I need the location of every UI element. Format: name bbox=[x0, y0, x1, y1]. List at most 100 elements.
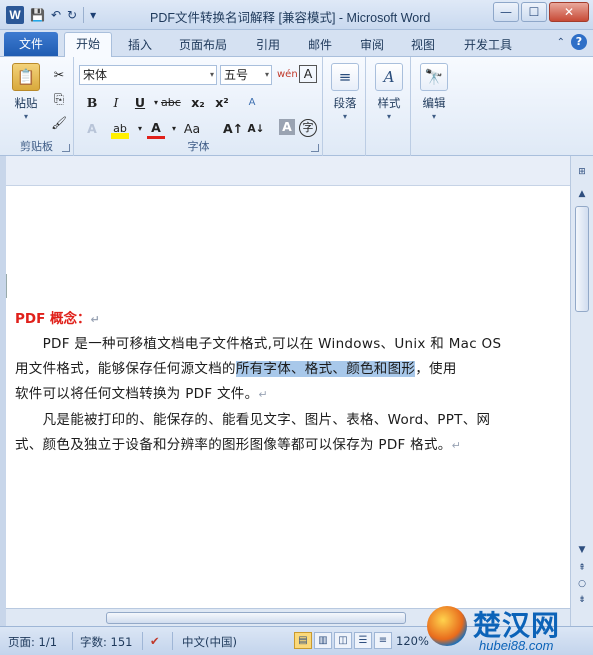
tab-insert[interactable]: 插入 bbox=[120, 34, 160, 56]
margin-indicator bbox=[6, 274, 7, 298]
change-case-button[interactable]: Aa bbox=[183, 119, 201, 139]
scroll-down-icon[interactable]: ▼ bbox=[574, 542, 590, 558]
tab-view[interactable]: 视图 bbox=[403, 34, 443, 56]
document-area: PDF 概念：↵ PDF 是一种可移植文档电子文件格式,可以在 Windows、… bbox=[0, 156, 593, 626]
undo-icon[interactable]: ↶ bbox=[51, 6, 61, 24]
tab-home[interactable]: 开始 bbox=[64, 32, 112, 57]
page-indicator[interactable]: 页面: 1/1 bbox=[8, 634, 57, 650]
copy-icon[interactable]: ⎘ bbox=[50, 89, 68, 109]
zoom-level[interactable]: 120% bbox=[396, 634, 429, 648]
clear-formatting-icon[interactable]: A bbox=[243, 93, 261, 113]
line-text: 用文件格式，能够保存任何源文档的 bbox=[15, 361, 236, 377]
highlight-color-button[interactable]: ab bbox=[111, 119, 129, 139]
status-separator bbox=[72, 632, 73, 650]
editing-dropdown-icon[interactable]: ▾ bbox=[417, 112, 451, 121]
tab-file[interactable]: 文件 bbox=[4, 32, 58, 56]
styles-group: A 样式 ▾ bbox=[367, 57, 411, 156]
paragraph-button[interactable]: ≡ 段落 ▾ bbox=[328, 63, 362, 121]
outline-view-icon[interactable]: ☰ bbox=[354, 632, 372, 649]
editing-button[interactable]: 🔭 编辑 ▾ bbox=[417, 63, 451, 121]
quick-access-toolbar: 💾 ↶ ↻ ▾ bbox=[30, 6, 96, 24]
font-size-dropdown-icon[interactable]: ▾ bbox=[265, 66, 269, 84]
page-top-margin bbox=[6, 156, 570, 186]
paragraph-dropdown-icon[interactable]: ▾ bbox=[328, 112, 362, 121]
font-size-value: 五号 bbox=[224, 68, 249, 82]
draft-view-icon[interactable]: ≡ bbox=[374, 632, 392, 649]
redo-icon[interactable]: ↻ bbox=[67, 6, 77, 24]
font-launcher-icon[interactable] bbox=[311, 144, 319, 152]
scroll-up-icon[interactable]: ▲ bbox=[574, 186, 590, 202]
phonetic-guide-icon[interactable]: wén bbox=[277, 65, 298, 85]
language-indicator[interactable]: 中文(中国) bbox=[182, 634, 237, 650]
tab-review[interactable]: 审阅 bbox=[352, 34, 392, 56]
ribbon-tabs: 文件 开始 插入 页面布局 引用 邮件 审阅 视图 开发工具 ⌃ ? bbox=[0, 30, 593, 57]
text-effects-icon[interactable]: A bbox=[83, 119, 101, 139]
document-line[interactable]: 式、颜色及独立于设备和分辨率的图形图像等都可以保存为 PDF 格式。↵ bbox=[15, 433, 461, 453]
document-heading[interactable]: PDF 概念：↵ bbox=[15, 307, 100, 327]
help-icon[interactable]: ? bbox=[571, 34, 587, 50]
ribbon: 📋 粘贴 ▾ ✂ ⎘ 🖌 剪贴板 宋体 ▾ 五号 ▾ wén A B I U ▾ a… bbox=[0, 56, 593, 156]
full-screen-reading-view-icon[interactable]: ▥ bbox=[314, 632, 332, 649]
document-line[interactable]: 用文件格式，能够保存任何源文档的所有字体、格式、颜色和图形，使用 bbox=[15, 357, 457, 377]
ribbon-minimize-icon[interactable]: ⌃ bbox=[557, 37, 565, 48]
font-size-combo[interactable]: 五号 ▾ bbox=[220, 65, 272, 85]
grow-font-button[interactable]: A↑ bbox=[223, 119, 243, 139]
shrink-font-button[interactable]: A↓ bbox=[247, 119, 265, 139]
paragraph-label: 段落 bbox=[333, 96, 357, 110]
tab-mailings[interactable]: 邮件 bbox=[300, 34, 340, 56]
font-name-combo[interactable]: 宋体 ▾ bbox=[79, 65, 217, 85]
word-count[interactable]: 字数: 151 bbox=[80, 634, 132, 650]
select-browse-object-icon[interactable]: ○ bbox=[574, 576, 590, 592]
maximize-button[interactable]: ☐ bbox=[521, 2, 547, 22]
char-border-icon[interactable]: A bbox=[299, 65, 317, 83]
horizontal-scroll-thumb[interactable] bbox=[106, 612, 406, 624]
clipboard-launcher-icon[interactable] bbox=[62, 144, 70, 152]
font-color-dropdown-icon[interactable]: ▾ bbox=[165, 119, 183, 139]
line-text: 软件可以将任何文档转换为 PDF 文件。 bbox=[15, 386, 259, 402]
vertical-scroll-thumb[interactable] bbox=[575, 206, 589, 312]
enclose-characters-button[interactable]: 字 bbox=[299, 119, 317, 137]
paragraph-mark: ↵ bbox=[451, 439, 462, 452]
line-text: ，使用 bbox=[415, 361, 457, 377]
save-icon[interactable]: 💾 bbox=[30, 6, 45, 24]
print-layout-view-icon[interactable]: ▤ bbox=[294, 632, 312, 649]
paste-dropdown-icon[interactable]: ▾ bbox=[6, 112, 46, 121]
document-line[interactable]: PDF 是一种可移植文档电子文件格式,可以在 Windows、Unix 和 Ma… bbox=[15, 332, 501, 352]
close-button[interactable]: ✕ bbox=[549, 2, 589, 22]
italic-button[interactable]: I bbox=[107, 93, 125, 113]
minimize-button[interactable]: — bbox=[493, 2, 519, 22]
bold-button[interactable]: B bbox=[83, 93, 101, 113]
char-shading-button[interactable]: A bbox=[279, 119, 295, 135]
cut-icon[interactable]: ✂ bbox=[50, 65, 68, 85]
font-name-dropdown-icon[interactable]: ▾ bbox=[210, 66, 214, 84]
tab-page-layout[interactable]: 页面布局 bbox=[172, 34, 234, 56]
format-painter-icon[interactable]: 🖌 bbox=[50, 113, 68, 133]
selected-text[interactable]: 所有字体、格式、颜色和图形 bbox=[235, 361, 416, 377]
subscript-button[interactable]: x₂ bbox=[189, 93, 207, 113]
word-app-icon[interactable]: W bbox=[6, 6, 24, 24]
strikethrough-button[interactable]: abc bbox=[161, 93, 181, 113]
styles-dropdown-icon[interactable]: ▾ bbox=[372, 112, 406, 121]
document-line[interactable]: 凡是能被打印的、能保存的、能看见文字、图片、表格、Word、PPT、网 bbox=[15, 408, 490, 428]
customize-qat-icon[interactable]: ▾ bbox=[90, 6, 96, 24]
paste-label: 粘贴 bbox=[14, 96, 38, 110]
previous-page-icon[interactable]: ⇞ bbox=[574, 560, 590, 576]
styles-button[interactable]: A 样式 ▾ bbox=[372, 63, 406, 121]
paste-button[interactable]: 📋 粘贴 ▾ bbox=[6, 63, 46, 121]
document-line[interactable]: 软件可以将任何文档转换为 PDF 文件。↵ bbox=[15, 382, 268, 402]
ruler-toggle-icon[interactable]: ⊞ bbox=[574, 164, 590, 180]
styles-label: 样式 bbox=[377, 96, 401, 110]
tab-developer[interactable]: 开发工具 bbox=[456, 34, 520, 56]
font-group: 宋体 ▾ 五号 ▾ wén A B I U ▾ abc x₂ x² A A ab ▾… bbox=[75, 57, 323, 156]
proofing-icon[interactable]: ✔ bbox=[150, 634, 160, 648]
superscript-button[interactable]: x² bbox=[213, 93, 231, 113]
clipboard-group: 📋 粘贴 ▾ ✂ ⎘ 🖌 剪贴板 bbox=[0, 57, 74, 156]
binoculars-icon: 🔭 bbox=[420, 63, 448, 91]
web-layout-view-icon[interactable]: ◫ bbox=[334, 632, 352, 649]
vertical-scrollbar[interactable]: ⊞ ▲ ▼ ⇞ ○ ⇟ bbox=[570, 156, 593, 626]
font-color-button[interactable]: A bbox=[147, 119, 165, 139]
document-page[interactable]: PDF 概念：↵ PDF 是一种可移植文档电子文件格式,可以在 Windows、… bbox=[6, 186, 570, 626]
paragraph-mark: ↵ bbox=[90, 313, 100, 326]
tab-references[interactable]: 引用 bbox=[248, 34, 288, 56]
paste-icon: 📋 bbox=[12, 63, 40, 91]
